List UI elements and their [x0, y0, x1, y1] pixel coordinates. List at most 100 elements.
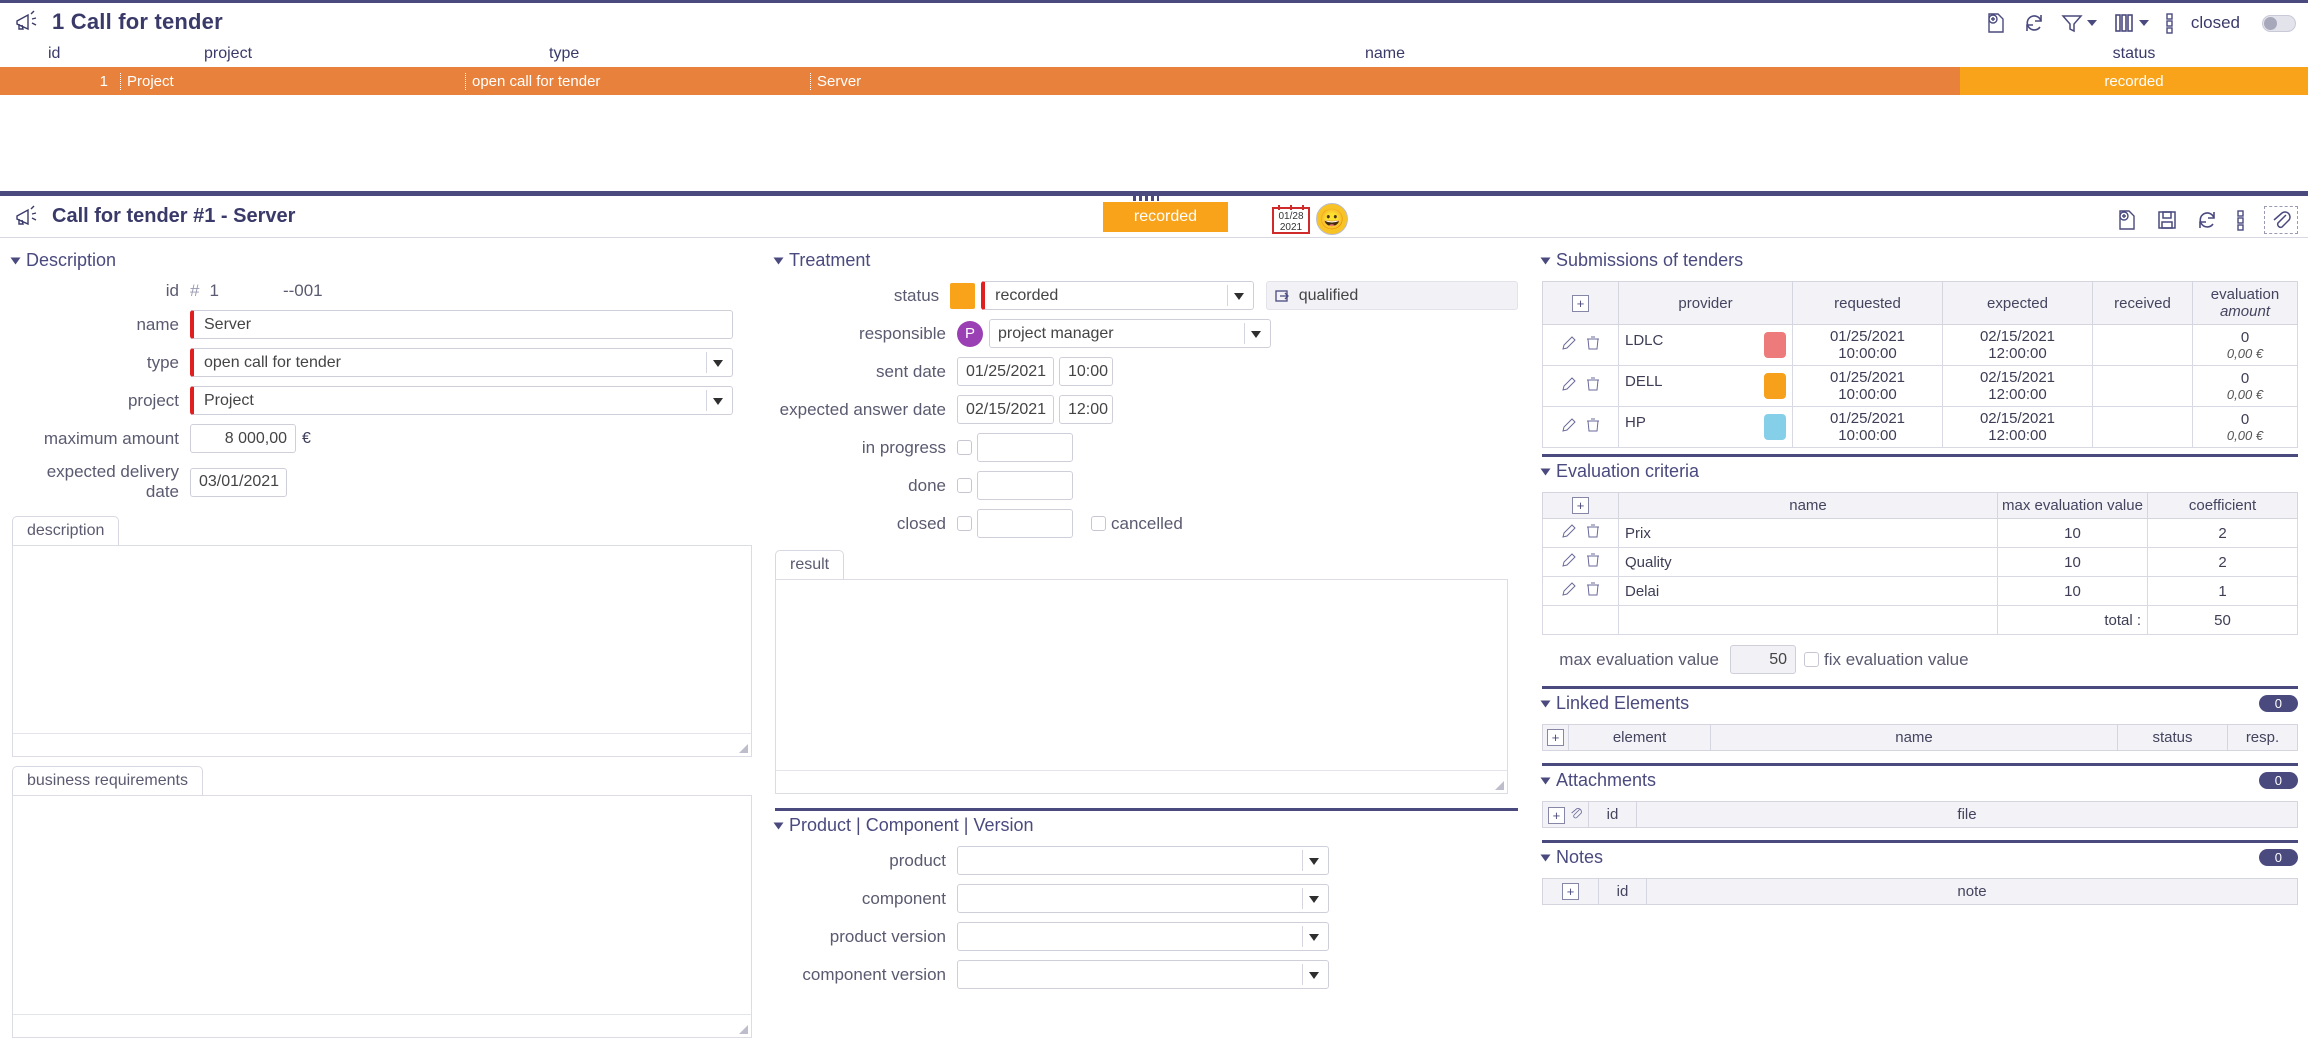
done-input[interactable]	[977, 471, 1073, 500]
paperclip-icon[interactable]	[1569, 807, 1583, 824]
collapse-triangle-icon[interactable]	[11, 257, 21, 264]
component-version-select[interactable]	[957, 960, 1329, 989]
header-status[interactable]: status	[2118, 725, 2228, 751]
table-row[interactable]: LDLC 01/25/2021 10:00:00 02/15/2021 12:0…	[1543, 325, 2298, 366]
sent-time-input[interactable]: 10:00	[1059, 357, 1113, 386]
collapse-triangle-icon[interactable]	[1541, 854, 1551, 861]
add-document-icon[interactable]	[2116, 209, 2138, 231]
product-select[interactable]	[957, 846, 1329, 875]
expected-answer-time-input[interactable]: 12:00	[1059, 395, 1113, 424]
product-section-header[interactable]: Product | Component | Version	[775, 815, 1518, 836]
header-requested[interactable]: requested	[1793, 282, 1943, 325]
status-badge[interactable]: recorded	[1103, 202, 1228, 232]
badge-grip-handle[interactable]	[1133, 196, 1159, 201]
more-options-icon[interactable]	[2165, 12, 2175, 34]
expected-delivery-date-input[interactable]: 03/01/2021	[190, 468, 287, 497]
resize-handle[interactable]	[1495, 781, 1504, 790]
cancelled-checkbox[interactable]	[1091, 516, 1106, 531]
calendar-icon[interactable]: 01/28 2021	[1272, 204, 1310, 234]
add-note-button[interactable]: +	[1562, 883, 1579, 900]
collapse-triangle-icon[interactable]	[774, 257, 784, 264]
attachments-section-header[interactable]: Attachments 0	[1542, 770, 2298, 791]
type-select[interactable]: open call for tender	[190, 348, 733, 377]
edit-icon[interactable]	[1561, 376, 1577, 396]
closed-input[interactable]	[977, 509, 1073, 538]
chevron-down-icon[interactable]	[2087, 20, 2097, 26]
name-input[interactable]: Server	[190, 310, 733, 339]
expected-answer-date-input[interactable]: 02/15/2021	[957, 395, 1054, 424]
status-select[interactable]: recorded	[981, 281, 1254, 310]
header-name[interactable]: name	[1711, 725, 2118, 751]
add-submission-button[interactable]: +	[1572, 295, 1589, 312]
filter-icon[interactable]	[2061, 13, 2097, 33]
header-max-evaluation-value[interactable]: max evaluation value	[1998, 493, 2148, 519]
evaluation-section-header[interactable]: Evaluation criteria	[1542, 461, 2298, 482]
notes-section-header[interactable]: Notes 0	[1542, 847, 2298, 868]
in-progress-input[interactable]	[977, 433, 1073, 462]
max-evaluation-value-input[interactable]: 50	[1730, 645, 1796, 674]
edit-icon[interactable]	[1561, 417, 1577, 437]
chevron-down-icon[interactable]	[2139, 20, 2149, 26]
column-header-name[interactable]: name	[810, 45, 1960, 63]
add-document-icon[interactable]	[1985, 12, 2007, 34]
save-icon[interactable]	[2156, 209, 2178, 231]
header-provider[interactable]: provider	[1619, 282, 1793, 325]
table-row[interactable]: Quality 10 2	[1543, 548, 2298, 577]
refresh-icon[interactable]	[2023, 12, 2045, 34]
edit-icon[interactable]	[1561, 335, 1577, 355]
header-element[interactable]: element	[1569, 725, 1711, 751]
add-linked-element-button[interactable]: +	[1547, 729, 1564, 746]
collapse-triangle-icon[interactable]	[1541, 257, 1551, 264]
resize-handle[interactable]	[739, 744, 748, 753]
columns-icon[interactable]	[2113, 13, 2149, 33]
more-options-icon[interactable]	[2236, 209, 2246, 231]
delete-icon[interactable]	[1586, 417, 1600, 437]
result-textarea[interactable]	[775, 579, 1508, 794]
header-coefficient[interactable]: coefficient	[2148, 493, 2298, 519]
delete-icon[interactable]	[1586, 335, 1600, 355]
add-criteria-button[interactable]: +	[1572, 497, 1589, 514]
header-received[interactable]: received	[2093, 282, 2193, 325]
component-select[interactable]	[957, 884, 1329, 913]
maximum-amount-input[interactable]: 8 000,00	[190, 424, 296, 453]
add-attachment-button[interactable]: +	[1548, 807, 1565, 824]
tab-description[interactable]: description	[12, 516, 119, 545]
paperclip-icon[interactable]	[2264, 206, 2298, 234]
table-row[interactable]: HP 01/25/2021 10:00:00 02/15/2021 12:00:…	[1543, 407, 2298, 448]
collapse-triangle-icon[interactable]	[1541, 468, 1551, 475]
in-progress-checkbox[interactable]	[957, 440, 972, 455]
table-row[interactable]: Prix 10 2	[1543, 519, 2298, 548]
sent-date-input[interactable]: 01/25/2021	[957, 357, 1054, 386]
column-header-type[interactable]: type	[465, 45, 810, 63]
done-checkbox[interactable]	[957, 478, 972, 493]
edit-icon[interactable]	[1561, 552, 1577, 572]
project-select[interactable]: Project	[190, 386, 733, 415]
smiley-icon[interactable]: 😀	[1316, 203, 1348, 235]
header-expected[interactable]: expected	[1943, 282, 2093, 325]
header-id[interactable]: id	[1599, 879, 1647, 905]
linked-elements-section-header[interactable]: Linked Elements 0	[1542, 693, 2298, 714]
delete-icon[interactable]	[1586, 552, 1600, 572]
edit-icon[interactable]	[1561, 581, 1577, 601]
collapse-triangle-icon[interactable]	[1541, 700, 1551, 707]
header-note[interactable]: note	[1647, 879, 2298, 905]
closed-checkbox[interactable]	[957, 516, 972, 531]
header-id[interactable]: id	[1589, 802, 1637, 828]
refresh-icon[interactable]	[2196, 209, 2218, 231]
treatment-section-header[interactable]: Treatment	[775, 250, 1518, 271]
column-header-id[interactable]: id	[0, 45, 120, 63]
closed-toggle[interactable]	[2262, 15, 2296, 32]
tab-business-requirements[interactable]: business requirements	[12, 766, 203, 795]
description-section-header[interactable]: Description	[12, 250, 753, 271]
table-row[interactable]: 1 Project open call for tender Server re…	[0, 67, 2308, 95]
column-header-status[interactable]: status	[1960, 45, 2308, 63]
table-row[interactable]: Delai 10 1	[1543, 577, 2298, 606]
edit-icon[interactable]	[1561, 523, 1577, 543]
qualified-action-button[interactable]: qualified	[1266, 281, 1518, 310]
product-version-select[interactable]	[957, 922, 1329, 951]
fix-evaluation-value-checkbox[interactable]	[1804, 652, 1819, 667]
description-textarea[interactable]	[12, 545, 752, 757]
business-requirements-textarea[interactable]	[12, 795, 752, 1038]
collapse-triangle-icon[interactable]	[774, 822, 784, 829]
table-row[interactable]: DELL 01/25/2021 10:00:00 02/15/2021 12:0…	[1543, 366, 2298, 407]
